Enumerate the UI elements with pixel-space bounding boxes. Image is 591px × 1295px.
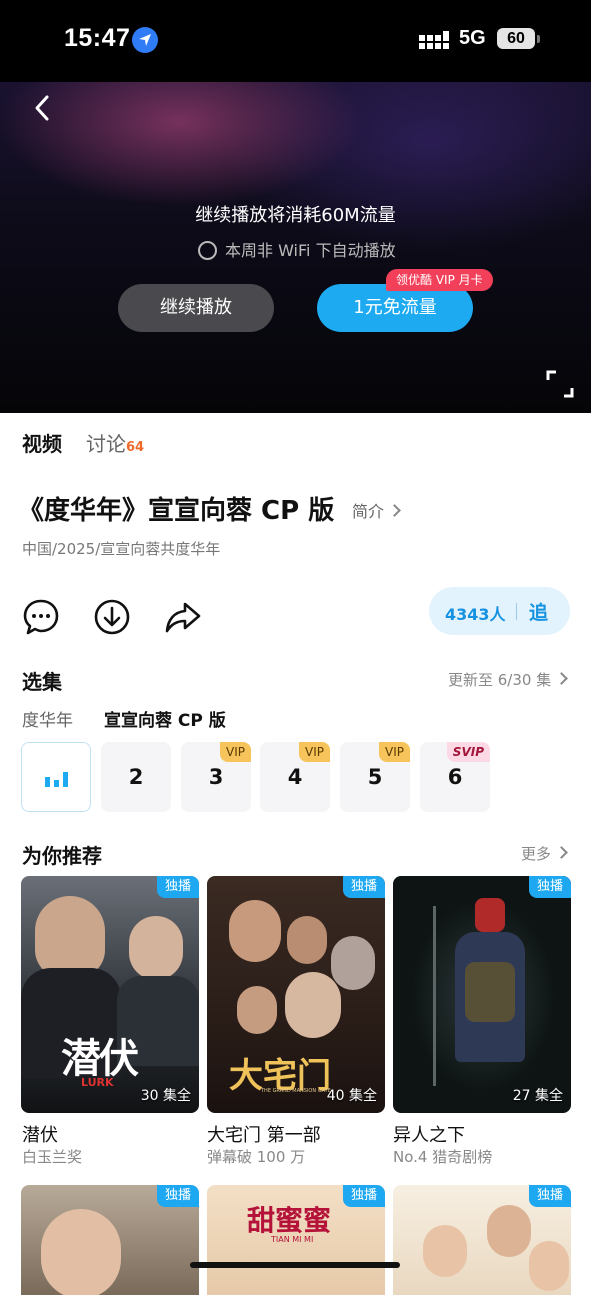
exclusive-badge: 独播 (342, 1185, 385, 1207)
follow-count: 4343人 (445, 605, 506, 624)
back-arrow-icon[interactable] (28, 94, 58, 124)
card-subtitle: 弹幕破 100 万 (207, 1148, 306, 1166)
show-meta: 中国/2025/宣宣向蓉共度华年 (22, 540, 221, 558)
poster-figure (237, 986, 277, 1034)
poster-figure (129, 916, 183, 980)
episode-number: 2 (128, 765, 144, 789)
episode-4[interactable]: 4 VIP (260, 742, 330, 812)
show-title: 《度华年》宣宣向蓉 CP 版 (18, 496, 335, 526)
recommend-card-lurk[interactable]: 潜伏 LURK 独播 30 集全 (21, 876, 199, 1113)
status-time: 15:47 (64, 24, 131, 52)
radio-icon[interactable] (198, 241, 217, 260)
episode-1-playing[interactable] (21, 742, 91, 812)
chevron-right-icon (555, 672, 569, 685)
auto-play-label: 本周非 WiFi 下自动播放 (225, 241, 396, 260)
recommend-card[interactable]: 独播 (21, 1185, 199, 1295)
chevron-right-icon (555, 846, 568, 859)
network-label: 5G (459, 27, 486, 49)
episode-3[interactable]: 3 VIP (181, 742, 251, 812)
poster-figure (331, 936, 375, 990)
recommend-more-link[interactable]: 更多 (521, 843, 568, 864)
poster-figure (229, 900, 281, 962)
playing-bars-icon (45, 772, 68, 787)
episode-count: 30 集全 (140, 1088, 191, 1104)
vip-card-tag[interactable]: 领优酷 VIP 月卡 (386, 269, 493, 291)
free-data-button[interactable]: 1元免流量 (317, 284, 473, 332)
episode-number: 6 (447, 765, 463, 789)
poster-figure (41, 1209, 121, 1295)
follow-button[interactable]: 4343人 追 (429, 587, 570, 635)
exclusive-badge: 独播 (156, 876, 199, 898)
recommend-title: 为你推荐 (22, 844, 102, 868)
poster-figure (487, 1205, 531, 1257)
update-info: 更新至 6/30 集 (448, 671, 552, 689)
svip-badge: SVIP (446, 742, 490, 762)
episode-number: 5 (367, 765, 383, 789)
episode-count: 40 集全 (326, 1088, 377, 1104)
more-label: 更多 (521, 845, 552, 863)
status-bar: 15:47 5G 60 (0, 0, 591, 82)
episodes-update-link[interactable]: 更新至 6/30 集 (448, 669, 569, 690)
episode-count: 27 集全 (512, 1088, 563, 1104)
exclusive-badge: 独播 (528, 1185, 571, 1207)
episode-number: 3 (208, 765, 224, 789)
tab-video[interactable]: 视频 (22, 428, 62, 457)
card-subtitle: 白玉兰奖 (22, 1148, 83, 1166)
exclusive-badge: 独播 (156, 1185, 199, 1207)
card-title[interactable]: 潜伏 (22, 1121, 58, 1147)
tab-discussion-label: 讨论 (86, 432, 126, 456)
poster-subtitle: THE GRAND MANSION GATE (261, 1088, 331, 1094)
auto-play-option[interactable]: 本周非 WiFi 下自动播放 (198, 237, 396, 261)
poster-figure (465, 962, 515, 1022)
data-usage-message: 继续播放将消耗60M流量 (195, 205, 396, 226)
poster-figure (529, 1241, 569, 1291)
exclusive-badge: 独播 (528, 876, 571, 898)
location-icon (132, 27, 158, 53)
divider (516, 603, 517, 620)
fullscreen-icon[interactable] (546, 370, 574, 398)
poster-figure (423, 1225, 467, 1277)
recommend-card[interactable]: 甜蜜蜜 TIAN MI MI 独播 (207, 1185, 385, 1295)
intro-label: 简介 (352, 502, 385, 521)
vip-badge: VIP (299, 742, 330, 762)
tab-discussion[interactable]: 讨论64 (86, 428, 144, 457)
poster-title: 甜蜜蜜 (247, 1204, 332, 1237)
signal-icon (419, 31, 449, 49)
card-title[interactable]: 大宅门 第一部 (207, 1121, 321, 1147)
follow-label: 追 (529, 602, 549, 624)
episode-number: 4 (287, 765, 303, 789)
poster-figure (35, 896, 105, 978)
share-icon[interactable] (164, 598, 202, 636)
season-tab-cp[interactable]: 宣宣向蓉 CP 版 (104, 706, 226, 731)
season-tab-original[interactable]: 度华年 (22, 706, 73, 731)
episode-5[interactable]: 5 VIP (340, 742, 410, 812)
home-indicator[interactable] (190, 1262, 400, 1268)
episodes-title: 选集 (22, 670, 62, 694)
chevron-right-icon (388, 504, 401, 517)
download-icon[interactable] (93, 598, 131, 636)
episode-6[interactable]: 6 SVIP (420, 742, 490, 812)
comment-icon[interactable] (22, 598, 60, 636)
battery-tip (537, 35, 540, 43)
episode-2[interactable]: 2 (101, 742, 171, 812)
recommend-card-grand-mansion[interactable]: 大宅门 THE GRAND MANSION GATE 独播 40 集全 (207, 876, 385, 1113)
recommend-card[interactable]: 独播 (393, 1185, 571, 1295)
poster-subtitle: TIAN MI MI (271, 1235, 314, 1244)
intro-link[interactable]: 简介 (352, 498, 401, 522)
discussion-count: 64 (126, 440, 145, 455)
poster-figure (285, 972, 341, 1038)
video-player[interactable]: 继续播放将消耗60M流量 本周非 WiFi 下自动播放 继续播放 1元免流量 领… (0, 82, 591, 413)
poster-figure (287, 916, 327, 964)
poster-subtitle: LURK (81, 1076, 114, 1089)
card-title[interactable]: 异人之下 (393, 1121, 465, 1147)
poster-figure (475, 898, 505, 932)
exclusive-badge: 独播 (342, 876, 385, 898)
vip-badge: VIP (220, 742, 251, 762)
recommend-card-yiren[interactable]: 独播 27 集全 (393, 876, 571, 1113)
card-subtitle: No.4 猎奇剧榜 (393, 1148, 493, 1166)
battery-icon: 60 (497, 28, 535, 49)
poster-figure (433, 906, 436, 1086)
vip-badge: VIP (379, 742, 410, 762)
continue-play-button[interactable]: 继续播放 (118, 284, 274, 332)
